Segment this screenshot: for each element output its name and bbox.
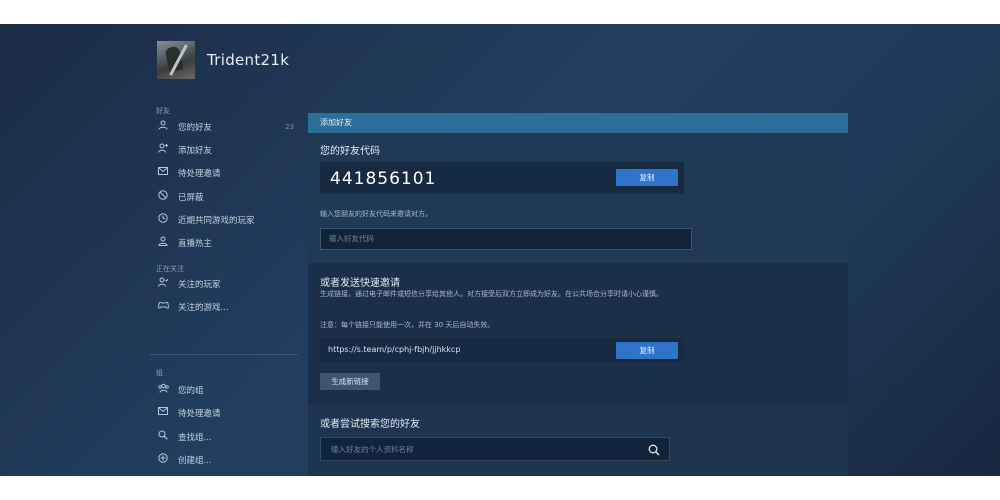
sidebar-item-label: 创建组... — [178, 456, 212, 466]
username[interactable]: Trident21k — [207, 51, 289, 69]
add-friend-panel: 添加好友 您的好友代码 441856101 复制 输入您朋友的好友代码来邀请对方… — [308, 113, 848, 476]
friend-code-title: 您的好友代码 — [320, 146, 380, 157]
add-person-icon — [156, 143, 170, 158]
sidebar-item-recently-played[interactable]: 近期共同游戏的玩家 — [156, 212, 296, 228]
sidebar-item-add-friend[interactable]: 添加好友 — [156, 143, 296, 157]
search-friends-input[interactable]: 输入好友的个人资料名称 — [320, 437, 670, 461]
sidebar-item-label: 已屏蔽 — [178, 193, 204, 203]
envelope-icon — [156, 166, 170, 180]
sidebar-item-blocked[interactable]: 已屏蔽 — [156, 189, 296, 205]
quick-invite-description: 生成链接，通过电子邮件或短信分享给其他人。对方接受后双方立即成为好友。在公共场合… — [320, 290, 663, 298]
sidebar-item-label: 您的组 — [178, 386, 204, 396]
friend-code-section: 您的好友代码 441856101 复制 输入您朋友的好友代码来邀请对方。 输入好… — [308, 133, 848, 263]
sidebar-item-followed-games[interactable]: 关注的游戏... — [156, 300, 296, 314]
sidebar-item-label: 近期共同游戏的玩家 — [178, 216, 255, 226]
group-icon — [156, 383, 170, 398]
copy-link-button[interactable]: 复制 — [616, 342, 678, 359]
follow-person-icon — [156, 277, 170, 292]
search-friends-section: 或者尝试搜索您的好友 输入好友的个人资料名称 — [308, 405, 848, 476]
person-icon — [156, 120, 170, 135]
sidebar-section-friends: 好友 — [156, 107, 170, 115]
sidebar-item-label: 待处理邀请 — [178, 409, 221, 419]
search-icon[interactable] — [647, 442, 661, 456]
steam-window: Trident21k 好友 您的好友 23 添加好友 待处理邀请 已屏蔽 近期共… — [0, 24, 1000, 476]
friend-code-value[interactable]: 441856101 — [330, 169, 436, 189]
gamepad-icon — [156, 300, 170, 314]
friend-code-input[interactable]: 输入好友代码 — [320, 228, 692, 250]
quick-invite-section: 或者发送快速邀请 生成链接，通过电子邮件或短信分享给其他人。对方接受后双方立即成… — [308, 263, 848, 405]
sidebar-item-group-invites[interactable]: 待处理邀请 — [156, 406, 296, 420]
sidebar-item-find-groups[interactable]: 查找组... — [156, 430, 296, 444]
sidebar-item-label: 待处理邀请 — [178, 169, 221, 179]
sidebar-item-broadcasters[interactable]: 直播热主 — [156, 236, 296, 250]
search-placeholder: 输入好友的个人资料名称 — [331, 445, 414, 454]
sidebar-item-label: 您的好友 — [178, 123, 213, 133]
quick-invite-note: 注意：每个链接只能使用一次，并在 30 天后自动失效。 — [320, 321, 495, 329]
sidebar-item-your-groups[interactable]: 您的组 — [156, 383, 296, 397]
sidebar-item-label: 添加好友 — [178, 146, 213, 156]
blocked-icon — [156, 189, 170, 205]
sidebar-item-followed-players[interactable]: 关注的玩家 — [156, 277, 296, 291]
generate-new-link-button[interactable]: 生成新链接 — [320, 373, 380, 390]
friend-code-hint: 输入您朋友的好友代码来邀请对方。 — [320, 210, 432, 218]
search-icon — [156, 430, 170, 445]
copy-code-button[interactable]: 复制 — [616, 169, 678, 186]
sidebar-item-create-group[interactable]: 创建组... — [156, 452, 296, 468]
clock-icon — [156, 212, 170, 228]
invite-link[interactable]: https://s.team/p/cphj-fbjh/jjhkkcp — [328, 345, 460, 354]
sidebar-item-your-friends[interactable]: 您的好友 23 — [156, 120, 296, 134]
sidebar-item-label: 关注的游戏... — [178, 303, 229, 313]
quick-invite-title: 或者发送快速邀请 — [320, 278, 400, 289]
envelope-icon — [156, 406, 170, 420]
sidebar-item-label: 直播热主 — [178, 239, 213, 249]
sidebar-item-label: 关注的玩家 — [178, 280, 221, 290]
sidebar-item-label: 查找组... — [178, 433, 212, 443]
profile-header: Trident21k — [157, 41, 289, 79]
invite-link-box: https://s.team/p/cphj-fbjh/jjhkkcp 复制 — [320, 338, 684, 362]
sidebar-section-groups: 组 — [156, 369, 163, 377]
plus-circle-icon — [156, 452, 170, 468]
sidebar-divider — [150, 354, 298, 355]
panel-title: 添加好友 — [308, 113, 848, 133]
search-friends-title: 或者尝试搜索您的好友 — [320, 419, 420, 430]
friends-count: 23 — [285, 123, 294, 131]
avatar[interactable] — [157, 41, 195, 79]
friend-code-box: 441856101 复制 — [320, 162, 684, 194]
broadcast-person-icon — [156, 236, 170, 251]
sidebar-item-pending-invites[interactable]: 待处理邀请 — [156, 166, 296, 180]
sidebar-section-following: 正在关注 — [156, 265, 184, 273]
